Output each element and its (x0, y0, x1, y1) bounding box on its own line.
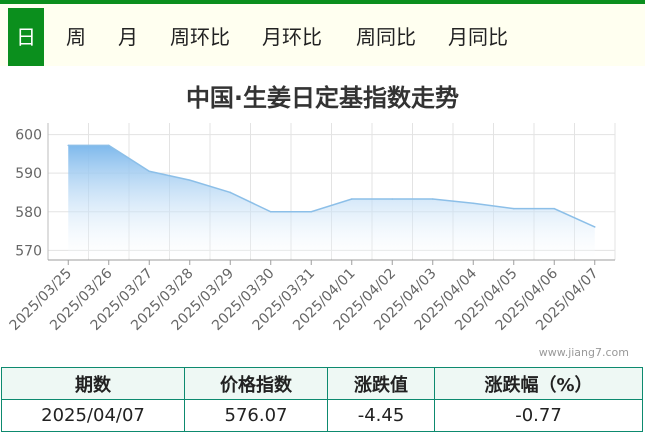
header-period: 期数 (1, 367, 185, 400)
data-point (431, 198, 434, 200)
cell-price-index: 576.07 (184, 399, 328, 432)
cell-change-value: -4.45 (327, 399, 435, 432)
y-tick-label: 580 (15, 205, 42, 221)
watermark-text: www.jiang7.com (538, 346, 629, 359)
tab-month-year-on-year[interactable]: 月同比 (438, 8, 518, 66)
data-point (229, 191, 232, 194)
y-tick-label: 600 (15, 128, 42, 144)
data-point (512, 207, 515, 210)
table-header-row: 期数 价格指数 涨跌值 涨跌幅（%） (1, 367, 643, 400)
y-tick-label: 590 (15, 166, 42, 182)
tab-week-on-week[interactable]: 周环比 (160, 8, 240, 66)
tab-month[interactable]: 月 (108, 8, 148, 66)
tab-week-year-on-year[interactable]: 周同比 (346, 8, 426, 66)
data-point (593, 226, 596, 228)
data-point (269, 210, 272, 213)
header-change-percent: 涨跌幅（%） (434, 367, 643, 400)
header-change-value: 涨跌值 (327, 367, 435, 400)
data-point (148, 170, 151, 173)
chart-title: 中国·生姜日定基指数走势 (185, 84, 460, 112)
data-point (350, 198, 353, 200)
y-tick-label: 570 (15, 243, 42, 259)
header-price-index: 价格指数 (184, 367, 328, 400)
summary-table: 期数 价格指数 涨跌值 涨跌幅（%） 2025/04/07 576.07 -4.… (1, 367, 643, 432)
data-point (553, 207, 556, 210)
tab-week[interactable]: 周 (56, 8, 96, 66)
data-point (472, 202, 475, 205)
period-tab-bar: 日 周 月 周环比 月环比 周同比 月同比 (0, 4, 645, 66)
tab-day[interactable]: 日 (8, 8, 44, 66)
cell-change-percent: -0.77 (434, 399, 643, 432)
data-point (188, 179, 191, 181)
data-point (310, 210, 313, 213)
cell-period: 2025/04/07 (1, 399, 185, 432)
tab-month-on-month[interactable]: 月环比 (252, 8, 332, 66)
data-point (391, 198, 394, 200)
table-row: 2025/04/07 576.07 -4.45 -0.77 (1, 399, 643, 432)
data-point (67, 144, 70, 147)
index-area-chart: 5705805906002025/03/252025/03/262025/03/… (7, 123, 616, 334)
data-point (107, 144, 110, 147)
